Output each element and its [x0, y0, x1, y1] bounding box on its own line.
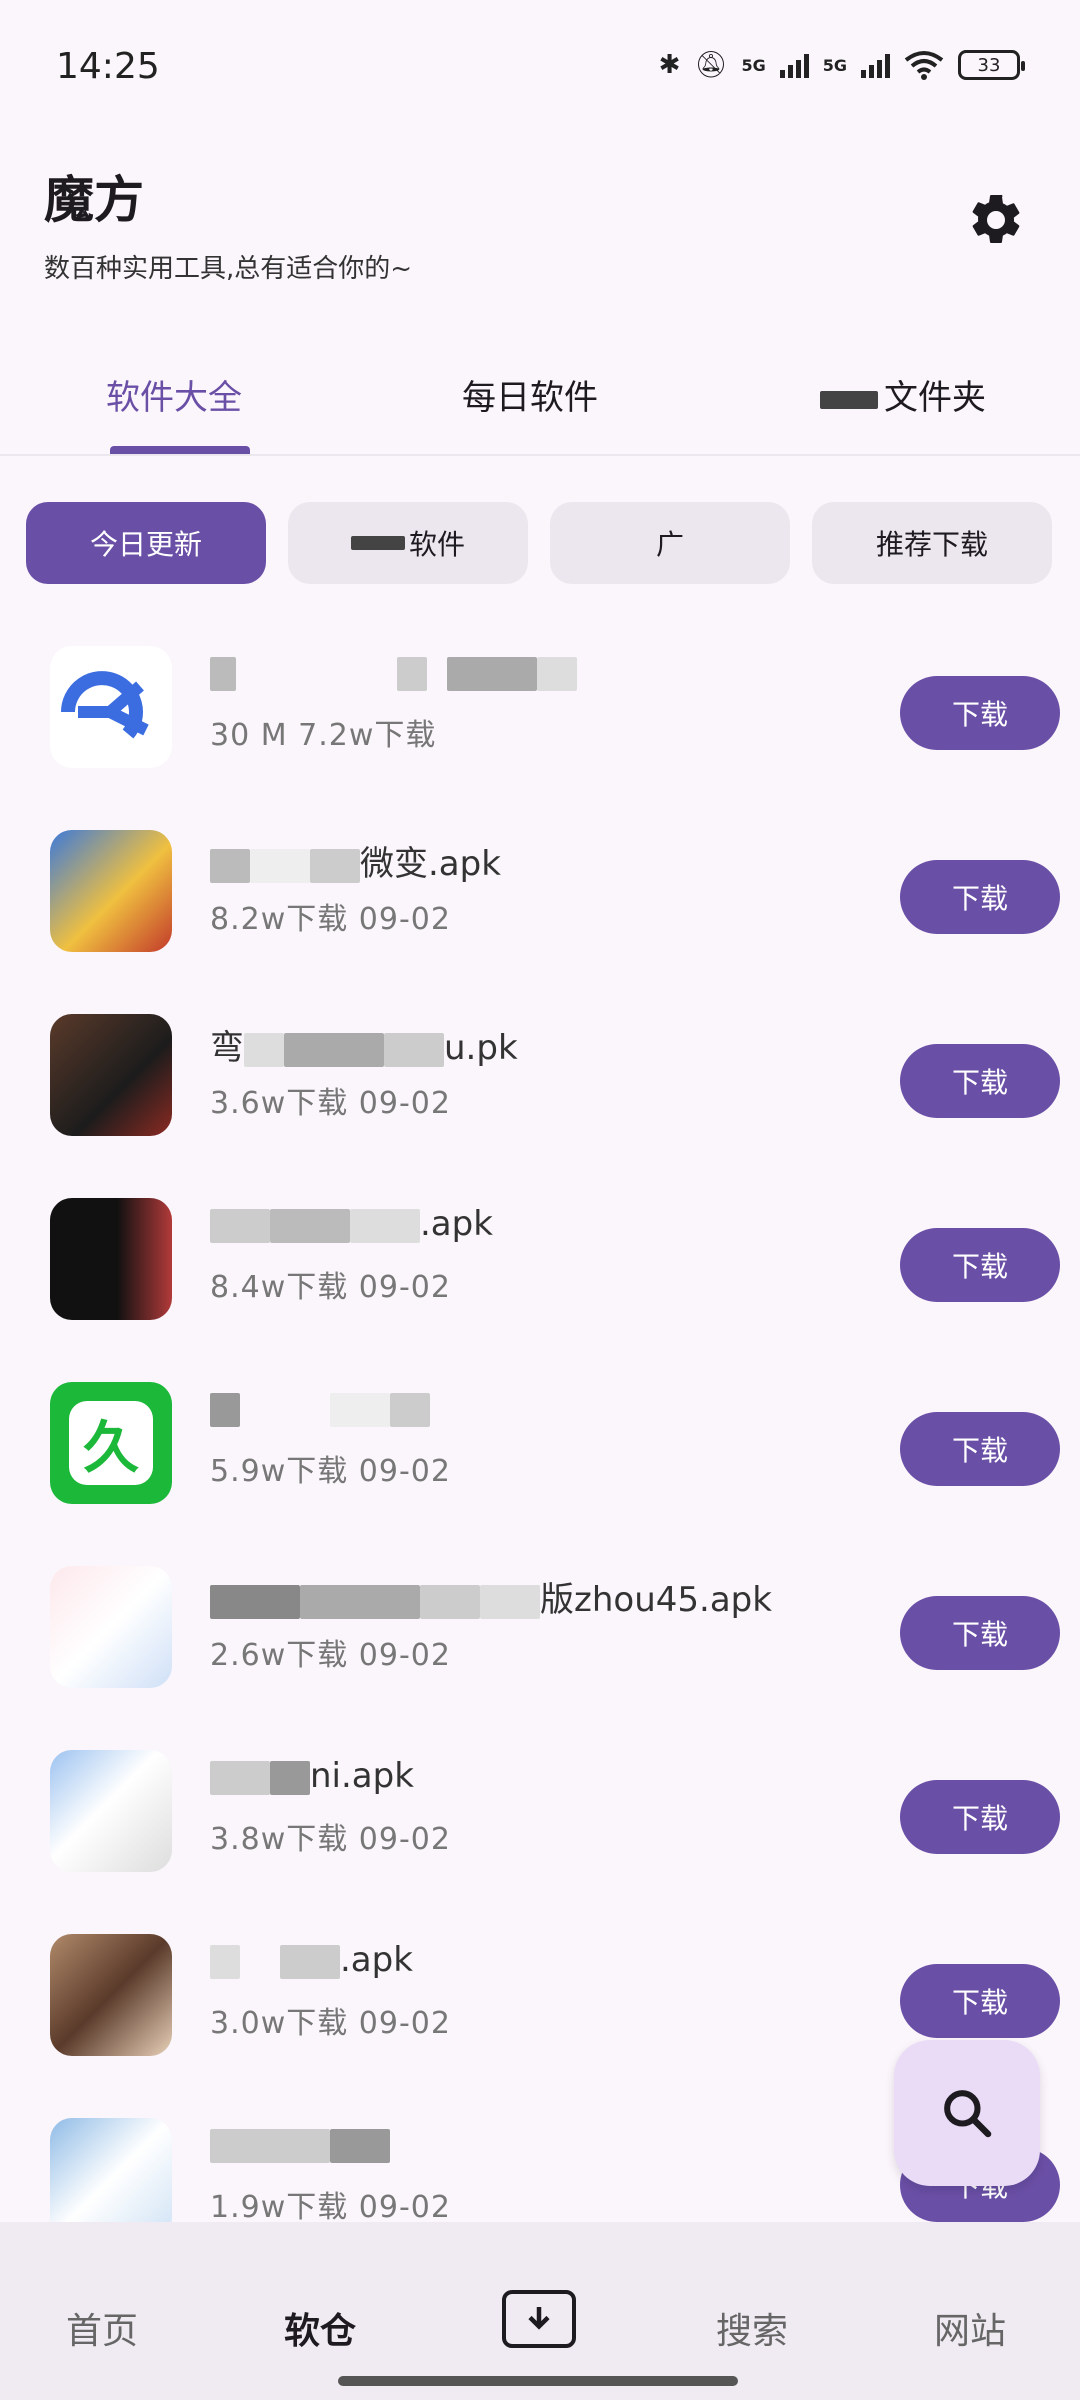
status-time: 14:25 — [56, 46, 160, 87]
nav-download[interactable] — [502, 2290, 576, 2348]
filter-chips: 今日更新 软件 广 推荐下载 — [26, 502, 1052, 584]
bottom-nav: 首页 软仓 搜索 网站 — [0, 2222, 1080, 2400]
app-name: ni.apk — [210, 1756, 414, 1796]
chip-ads[interactable]: 广 — [550, 502, 790, 584]
app-meta: 3.0w下载 09-02 — [210, 2006, 451, 2041]
app-icon — [50, 646, 172, 768]
tab-software-all[interactable]: 软件大全 — [106, 370, 242, 419]
home-indicator — [338, 2376, 738, 2386]
download-button[interactable]: 下载 — [900, 676, 1060, 750]
network-type-1: 5G — [741, 55, 766, 75]
list-item[interactable]: 弯 u.pk 3.6w下载 09-02 下载 — [0, 998, 1080, 1182]
download-button[interactable]: 下载 — [900, 1964, 1060, 2038]
nav-website[interactable]: 网站 — [934, 2302, 1006, 2354]
list-item[interactable]: 久 5.9w下载 09-02 下载 — [0, 1366, 1080, 1550]
app-name — [210, 652, 577, 692]
tab-folder[interactable]: 文件夹 — [820, 370, 986, 419]
download-button[interactable]: 下载 — [900, 1412, 1060, 1486]
app-name: 弯 u.pk — [210, 1028, 518, 1068]
download-button[interactable]: 下载 — [900, 1228, 1060, 1302]
app-name: .apk — [210, 1204, 493, 1244]
signal-icon — [779, 52, 809, 78]
chip-recommended[interactable]: 推荐下载 — [812, 502, 1052, 584]
signal-icon — [861, 52, 890, 78]
nav-search[interactable]: 搜索 — [716, 2302, 788, 2354]
chip-today-updates[interactable]: 今日更新 — [26, 502, 266, 584]
app-icon — [50, 1750, 172, 1872]
search-icon — [944, 2090, 992, 2138]
chip-software[interactable]: 软件 — [288, 502, 528, 584]
app-meta: 2.6w下载 09-02 — [210, 1638, 451, 1673]
app-icon — [50, 830, 172, 952]
list-item[interactable]: 微变.apk 8.2w下载 09-02 下载 — [0, 814, 1080, 998]
nav-home[interactable]: 首页 — [66, 2302, 138, 2354]
app-icon — [50, 1198, 172, 1320]
search-fab[interactable] — [894, 2040, 1040, 2186]
download-button[interactable]: 下载 — [900, 860, 1060, 934]
app-meta: 8.4w下载 09-02 — [210, 1270, 451, 1305]
download-icon — [528, 2307, 550, 2330]
status-bar: 14:25 ✱ 🔕︎ 5G 5G 33 — [0, 0, 1080, 140]
app-meta: 30 M 7.2w下载 — [210, 718, 437, 753]
mute-bell-icon: 🔕︎ — [694, 50, 728, 80]
chip-software-label: 软件 — [408, 528, 465, 561]
app-meta: 3.6w下载 09-02 — [210, 1086, 451, 1121]
app-icon: 久 — [50, 1382, 172, 1504]
app-meta: 5.9w下载 09-02 — [210, 1454, 451, 1489]
tab-indicator — [110, 446, 250, 454]
network-type-2: 5G — [822, 55, 847, 75]
download-button[interactable]: 下载 — [900, 1780, 1060, 1854]
gear-icon[interactable] — [966, 190, 1026, 250]
status-icons: ✱ 🔕︎ 5G 5G 33 — [658, 50, 1025, 80]
app-title: 魔方 — [44, 171, 144, 229]
app-meta: 3.8w下载 09-02 — [210, 1822, 451, 1857]
download-button[interactable]: 下载 — [900, 1044, 1060, 1118]
app-icon — [50, 1014, 172, 1136]
nav-software-warehouse[interactable]: 软仓 — [284, 2302, 356, 2354]
tab-bar: 软件大全 每日软件 文件夹 — [0, 340, 1080, 456]
app-subtitle: 数百种实用工具,总有适合你的~ — [44, 254, 413, 284]
app-icon — [50, 1566, 172, 1688]
bluetooth-icon: ✱ — [658, 50, 681, 80]
tab-folder-label: 文件夹 — [884, 378, 986, 418]
list-item[interactable]: 版zhou45.apk 2.6w下载 09-02 下载 — [0, 1550, 1080, 1734]
app-name — [210, 2124, 390, 2164]
app-name: 微变.apk — [210, 836, 501, 885]
battery-icon: 33 — [958, 50, 1025, 80]
list-item[interactable]: 30 M 7.2w下载 下载 — [0, 630, 1080, 814]
app-meta: 1.9w下载 09-02 — [210, 2190, 451, 2225]
tab-daily-software[interactable]: 每日软件 — [462, 370, 598, 419]
app-meta: 8.2w下载 09-02 — [210, 902, 451, 937]
list-item[interactable]: .apk 8.4w下载 09-02 下载 — [0, 1182, 1080, 1366]
app-icon — [50, 1934, 172, 2056]
app-name — [210, 1388, 430, 1428]
download-button[interactable]: 下载 — [900, 1596, 1060, 1670]
wifi-icon — [904, 51, 944, 80]
app-name: .apk — [210, 1940, 413, 1980]
list-item[interactable]: ni.apk 3.8w下载 09-02 下载 — [0, 1734, 1080, 1918]
app-name: 版zhou45.apk — [210, 1572, 772, 1621]
